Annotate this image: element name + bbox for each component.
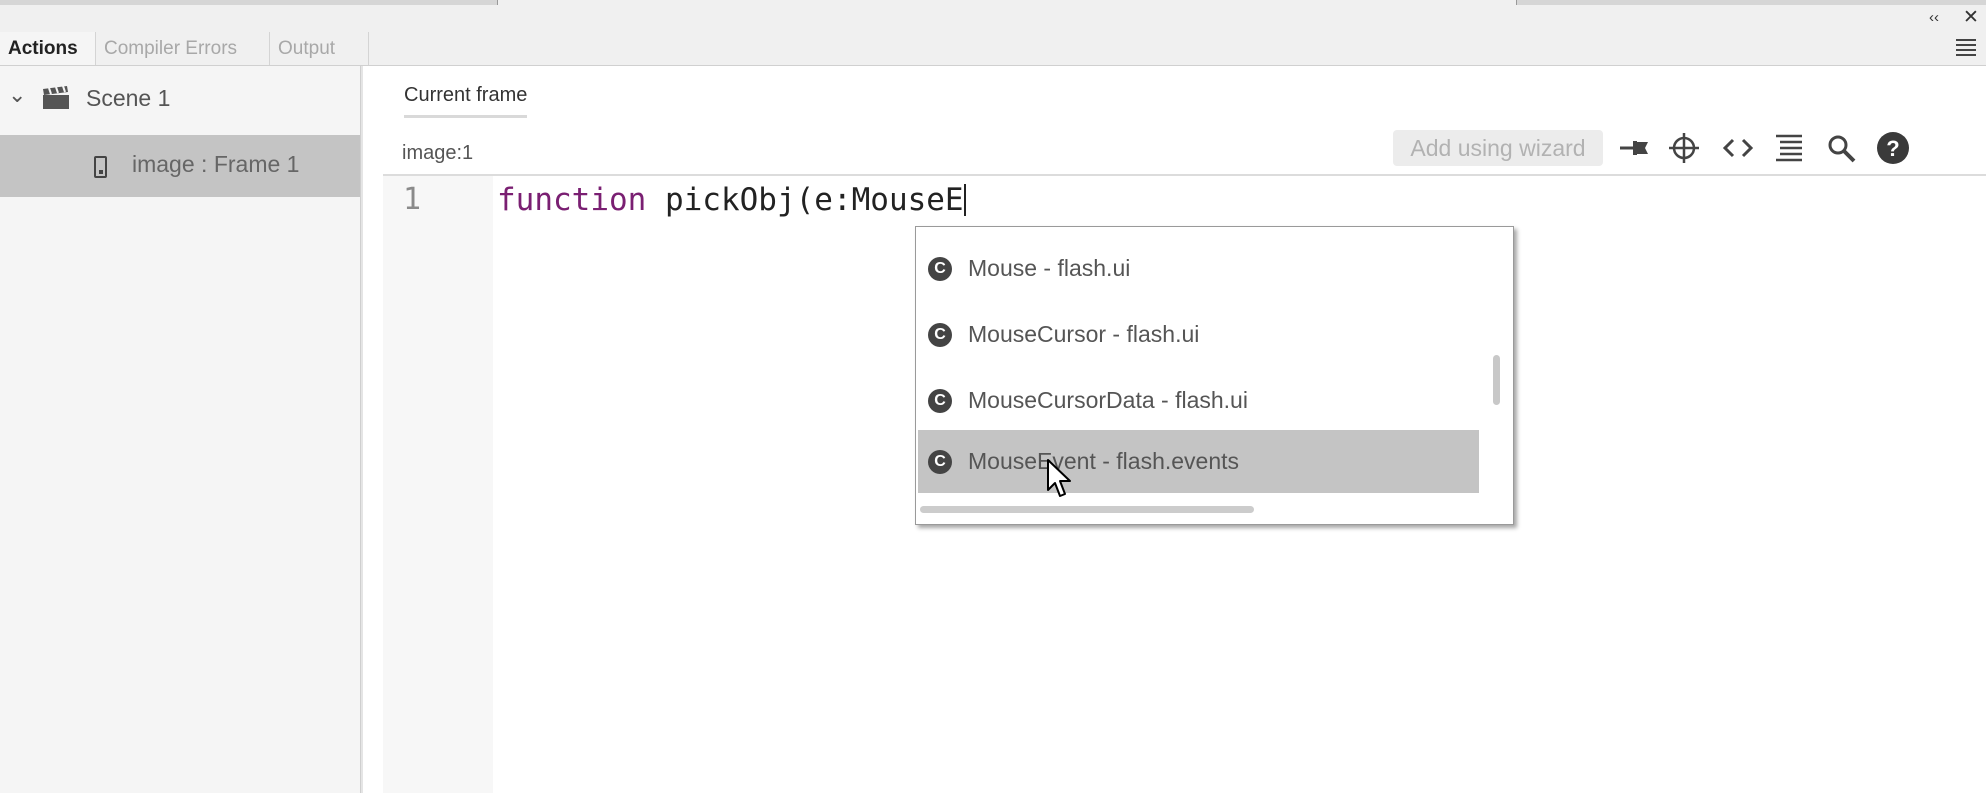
line-number-gutter	[383, 176, 493, 793]
svg-text:?: ?	[1886, 136, 1899, 161]
panel-menu-icon[interactable]	[1956, 39, 1976, 59]
tab-output[interactable]: Output	[270, 32, 369, 65]
scene-label: Scene 1	[86, 85, 171, 111]
close-icon[interactable]: ✕	[1963, 6, 1979, 29]
frame-item[interactable]: image : Frame 1	[0, 135, 360, 197]
code-hint-label: MouseEvent - flash.events	[968, 448, 1240, 474]
add-using-wizard-button[interactable]: Add using wizard	[1393, 130, 1603, 166]
code-hint-item[interactable]: C MouseCursor - flash.ui	[918, 303, 1479, 366]
help-icon[interactable]: ?	[1875, 130, 1911, 166]
code-line[interactable]: function pickObj(e:MouseE	[497, 182, 966, 218]
class-icon: C	[928, 450, 952, 474]
code-hint-item[interactable]: C Mouse - flash.ui	[918, 237, 1479, 300]
panel-divider[interactable]	[361, 66, 363, 793]
format-code-icon[interactable]	[1771, 130, 1807, 166]
text-caret	[963, 184, 966, 216]
code-hint-item-selected[interactable]: C MouseEvent - flash.events	[918, 430, 1479, 493]
code-keyword: function	[497, 182, 647, 218]
vertical-scrollbar[interactable]	[1493, 355, 1500, 405]
current-frame-tab[interactable]: Current frame	[404, 84, 528, 118]
frame-label: image : Frame 1	[132, 151, 300, 177]
code-text: pickObj(e:MouseE	[646, 182, 964, 218]
panel-tab-bar: Actions Compiler Errors Output	[0, 32, 1986, 66]
class-icon: C	[928, 323, 952, 347]
clapperboard-icon	[43, 86, 69, 109]
code-hint-label: MouseCursorData - flash.ui	[968, 387, 1248, 413]
horizontal-scrollbar[interactable]	[920, 506, 1254, 513]
target-icon[interactable]	[1666, 130, 1702, 166]
tab-actions[interactable]: Actions	[0, 32, 96, 65]
code-hint-popup[interactable]: C Mouse - flash.ui C MouseCursor - flash…	[915, 226, 1514, 525]
frame-script-icon	[94, 156, 107, 178]
chevron-down-icon[interactable]: ⌄	[8, 82, 26, 108]
script-location-label: image:1	[402, 142, 474, 164]
script-navigator: ⌄ Scene 1 image : Frame 1	[0, 66, 361, 793]
class-icon: C	[928, 389, 952, 413]
scene-item[interactable]: ⌄ Scene 1	[0, 82, 360, 118]
code-brackets-icon[interactable]	[1720, 130, 1756, 166]
mouse-pointer-icon	[1047, 459, 1071, 497]
class-icon: C	[928, 257, 952, 281]
code-hint-label: Mouse - flash.ui	[968, 255, 1131, 281]
pin-icon[interactable]	[1617, 130, 1653, 166]
line-number: 1	[403, 182, 422, 217]
editor-header-divider	[383, 174, 1986, 176]
search-icon[interactable]	[1823, 130, 1859, 166]
code-hint-item[interactable]: C MouseCursorData - flash.ui	[918, 369, 1479, 432]
panel-titlebar: ‹‹ ✕	[0, 5, 1986, 32]
code-hint-label: MouseCursor - flash.ui	[968, 321, 1200, 347]
double-chevron-left-icon[interactable]: ‹‹	[1929, 9, 1939, 26]
tab-compiler-errors[interactable]: Compiler Errors	[96, 32, 270, 65]
